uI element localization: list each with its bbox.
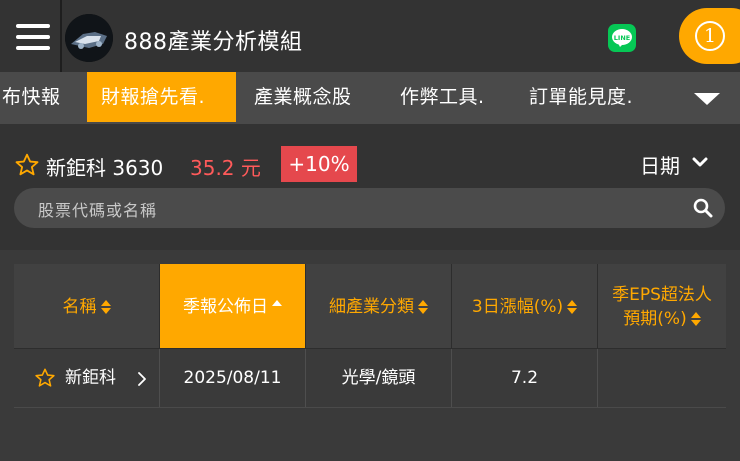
- header-report-date-label: 季報公佈日: [183, 296, 268, 317]
- chevron-down-icon[interactable]: [692, 157, 708, 169]
- tab-order-visibility[interactable]: 訂單能見度.: [529, 72, 633, 122]
- tab-earnings-flash[interactable]: 布快報: [2, 72, 61, 122]
- header-eps-vs-forecast[interactable]: 季EPS超法人預期(%): [598, 264, 726, 349]
- row-category: 光學/鏡頭: [306, 349, 452, 407]
- stock-header: 新鉅科 3630 35.2 元 +10% 日期 股票代碼或名稱: [0, 124, 740, 250]
- chevron-right-icon[interactable]: [137, 372, 147, 386]
- svg-text:LINE: LINE: [614, 34, 630, 42]
- notification-button[interactable]: 1: [679, 8, 740, 64]
- header-category[interactable]: 細產業分類: [306, 264, 452, 349]
- stock-name-code: 新鉅科 3630: [46, 156, 164, 180]
- avatar[interactable]: [65, 14, 113, 62]
- line-app-icon[interactable]: LINE: [608, 24, 636, 52]
- stock-change-badge: +10%: [281, 146, 357, 182]
- header-name-label: 名稱: [62, 296, 97, 317]
- sort-icon: [567, 299, 578, 314]
- tab-tools[interactable]: 作弊工具.: [400, 72, 485, 122]
- search-placeholder: 股票代碼或名稱: [38, 201, 158, 220]
- row-3day-change: 7.2: [452, 349, 598, 407]
- header-category-label: 細產業分類: [329, 296, 414, 317]
- category-tabs: 布快報 財報搶先看. 產業概念股 作弊工具. 訂單能見度.: [0, 72, 740, 124]
- star-outline-icon[interactable]: [14, 152, 40, 178]
- search-icon[interactable]: [693, 198, 713, 218]
- star-outline-icon[interactable]: [34, 367, 56, 389]
- sort-icon: [418, 299, 428, 314]
- header-report-date[interactable]: 季報公佈日: [160, 264, 306, 349]
- tab-financial-preview[interactable]: 財報搶先看.: [87, 72, 236, 122]
- header-name[interactable]: 名稱: [14, 264, 160, 349]
- tab-industry-concept[interactable]: 產業概念股: [254, 72, 352, 122]
- stock-price: 35.2 元: [190, 156, 261, 180]
- hamburger-menu-icon[interactable]: [16, 24, 50, 50]
- date-selector[interactable]: 日期: [640, 150, 680, 179]
- sort-icon: [100, 299, 111, 314]
- sort-asc-icon: [272, 299, 282, 314]
- table-bottom-divider: [14, 407, 726, 408]
- app-title: 888產業分析模組: [124, 30, 303, 55]
- row-eps-vs-forecast: [598, 349, 726, 407]
- top-bar: 888產業分析模組 LINE 1: [0, 0, 740, 72]
- sort-icon: [690, 311, 701, 326]
- row-stock-name[interactable]: 新鉅科: [65, 349, 116, 407]
- row-report-date: 2025/08/11: [160, 349, 306, 407]
- table-row-name-cell[interactable]: 新鉅科: [14, 349, 160, 407]
- header-eps-label-line2: 預期(%): [623, 308, 687, 329]
- header-3day-change-label: 3日漲幅(%): [471, 296, 564, 317]
- search-input[interactable]: 股票代碼或名稱: [14, 188, 725, 228]
- header-eps-label-line1: 季EPS超法人: [612, 284, 712, 305]
- notification-count: 1: [695, 21, 725, 51]
- tabs-expand-chevron-icon[interactable]: [694, 93, 720, 105]
- header-3day-change[interactable]: 3日漲幅(%): [452, 264, 598, 349]
